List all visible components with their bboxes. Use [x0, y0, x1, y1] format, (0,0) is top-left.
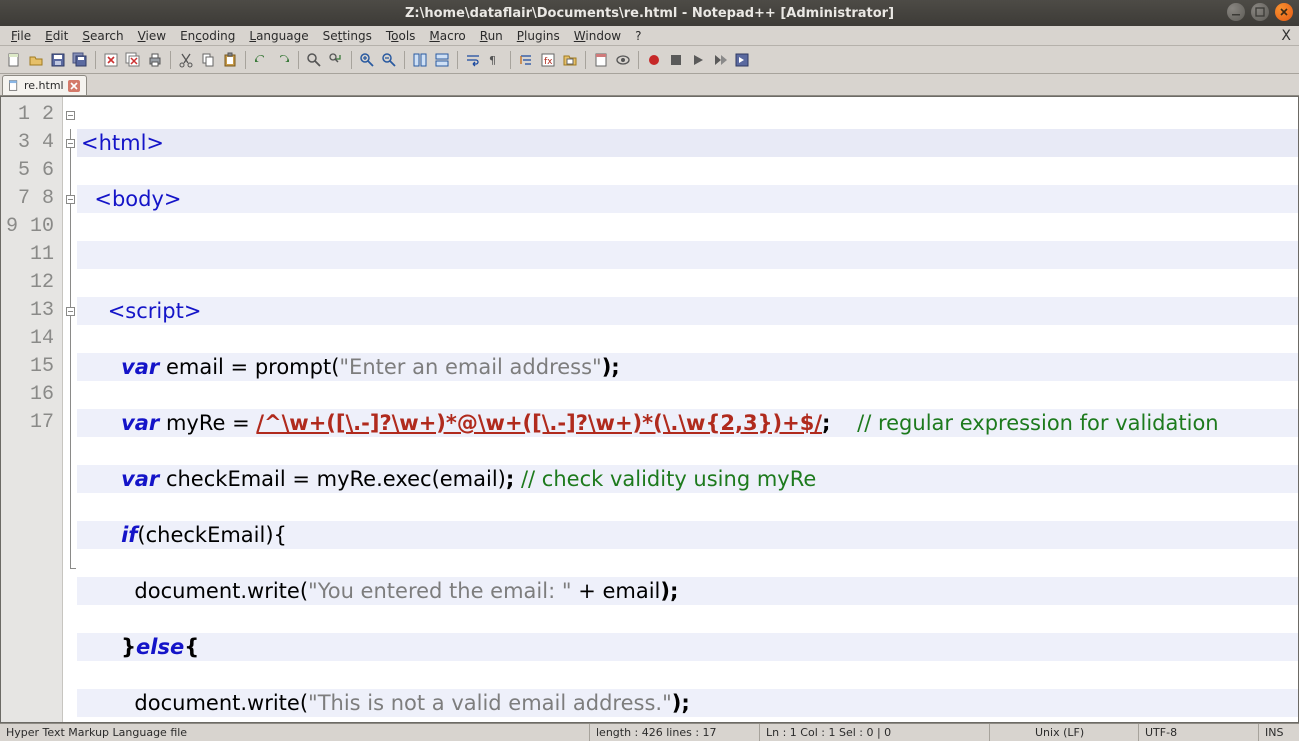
maximize-button[interactable] [1251, 3, 1269, 21]
redo-icon[interactable] [273, 50, 293, 70]
lang-icon[interactable]: fx [538, 50, 558, 70]
find-icon[interactable] [304, 50, 324, 70]
editor[interactable]: 1 2 3 4 5 6 7 8 9 10 11 12 13 14 15 16 1… [0, 96, 1299, 723]
window-buttons [1227, 3, 1293, 21]
copy-icon[interactable] [198, 50, 218, 70]
zoom-in-icon[interactable] [357, 50, 377, 70]
print-icon[interactable] [145, 50, 165, 70]
menu-encoding[interactable]: Encoding [173, 27, 242, 45]
fold-toggle-icon[interactable] [66, 139, 75, 148]
tab-close-icon[interactable] [68, 80, 80, 92]
menu-bar: File Edit Search View Encoding Language … [0, 26, 1299, 46]
status-position: Ln : 1 Col : 1 Sel : 0 | 0 [760, 724, 990, 741]
line-number-gutter: 1 2 3 4 5 6 7 8 9 10 11 12 13 14 15 16 1… [1, 97, 63, 722]
menu-edit[interactable]: Edit [38, 27, 75, 45]
menu-close-x[interactable]: X [1281, 28, 1291, 44]
menu-view[interactable]: View [131, 27, 173, 45]
toolbar: ¶ fx [0, 46, 1299, 74]
menu-language[interactable]: Language [242, 27, 315, 45]
status-lang: Hyper Text Markup Language file [0, 724, 590, 741]
replace-icon[interactable] [326, 50, 346, 70]
monitor-icon[interactable] [613, 50, 633, 70]
new-file-icon[interactable] [4, 50, 24, 70]
play-icon[interactable] [688, 50, 708, 70]
menu-help[interactable]: ? [628, 27, 648, 45]
status-bar: Hyper Text Markup Language file length :… [0, 723, 1299, 741]
status-eol[interactable]: Unix (LF) [1029, 724, 1139, 741]
menu-tools[interactable]: Tools [379, 27, 423, 45]
menu-search[interactable]: Search [75, 27, 130, 45]
status-encoding[interactable]: UTF-8 [1139, 724, 1259, 741]
save-macro-icon[interactable] [732, 50, 752, 70]
menu-file[interactable]: File [4, 27, 38, 45]
folder-doc-icon[interactable] [560, 50, 580, 70]
cut-icon[interactable] [176, 50, 196, 70]
status-length: length : 426 lines : 17 [590, 724, 760, 741]
menu-settings[interactable]: Settings [316, 27, 379, 45]
indent-guide-icon[interactable] [516, 50, 536, 70]
svg-text:fx: fx [544, 57, 553, 67]
tab-re-html[interactable]: re.html [2, 75, 87, 95]
tab-bar: re.html [0, 74, 1299, 96]
paste-icon[interactable] [220, 50, 240, 70]
window-titlebar: Z:\home\dataflair\Documents\re.html - No… [0, 0, 1299, 26]
record-icon[interactable] [644, 50, 664, 70]
close-all-icon[interactable] [123, 50, 143, 70]
fold-gutter[interactable] [63, 97, 77, 722]
status-ins[interactable]: INS [1259, 724, 1299, 741]
tab-label: re.html [24, 79, 64, 92]
sync-h-icon[interactable] [432, 50, 452, 70]
stop-icon[interactable] [666, 50, 686, 70]
sync-v-icon[interactable] [410, 50, 430, 70]
fold-toggle-icon[interactable] [66, 307, 75, 316]
menu-macro[interactable]: Macro [422, 27, 472, 45]
file-icon [7, 79, 20, 92]
doc-red-icon[interactable] [591, 50, 611, 70]
fold-toggle-icon[interactable] [66, 195, 75, 204]
menu-window[interactable]: Window [567, 27, 628, 45]
menu-plugins[interactable]: Plugins [510, 27, 567, 45]
close-button[interactable] [1275, 3, 1293, 21]
zoom-out-icon[interactable] [379, 50, 399, 70]
save-all-icon[interactable] [70, 50, 90, 70]
code-area[interactable]: <html> <body> <script> var email = promp… [77, 97, 1298, 722]
open-file-icon[interactable] [26, 50, 46, 70]
minimize-button[interactable] [1227, 3, 1245, 21]
play-multi-icon[interactable] [710, 50, 730, 70]
svg-text:¶: ¶ [489, 54, 496, 67]
undo-icon[interactable] [251, 50, 271, 70]
fold-toggle-icon[interactable] [66, 111, 75, 120]
close-file-icon[interactable] [101, 50, 121, 70]
wrap-icon[interactable] [463, 50, 483, 70]
show-chars-icon[interactable]: ¶ [485, 50, 505, 70]
save-icon[interactable] [48, 50, 68, 70]
menu-run[interactable]: Run [473, 27, 510, 45]
window-title: Z:\home\dataflair\Documents\re.html - No… [0, 6, 1299, 21]
